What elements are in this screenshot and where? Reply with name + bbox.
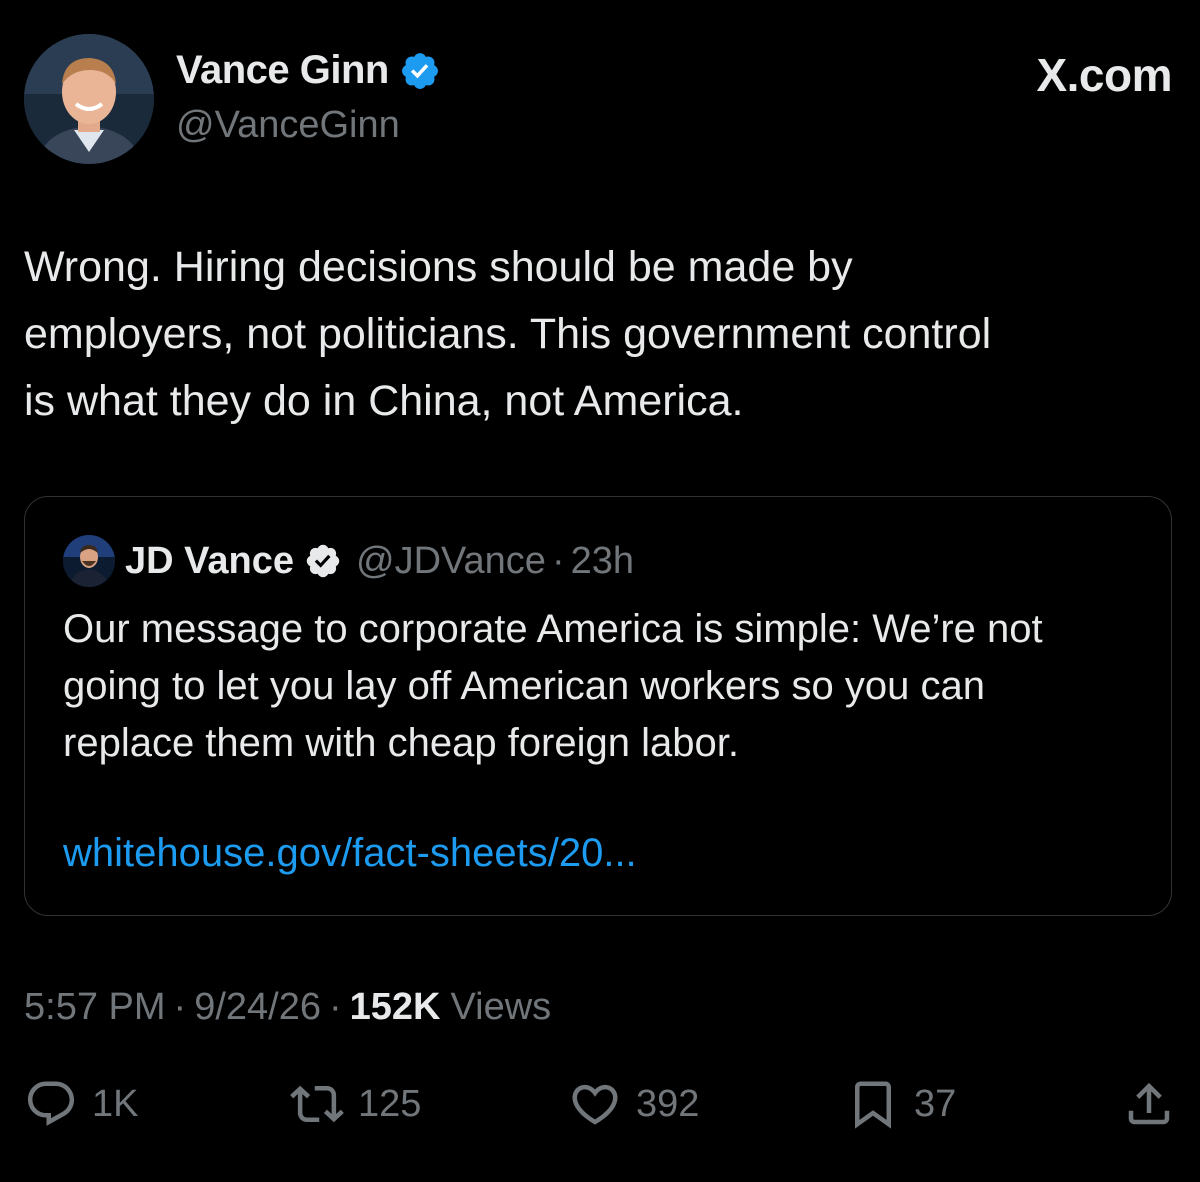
brand-logo: X.com	[1036, 49, 1172, 101]
tweet-date[interactable]: 9/24/26	[194, 986, 321, 1029]
tweet-time[interactable]: 5:57 PM	[24, 986, 166, 1029]
quoted-tweet-card[interactable]: JD Vance @JDVance · 23h Our message to c…	[24, 496, 1172, 916]
tweet-text: Wrong. Hiring decisions should be made b…	[24, 243, 992, 425]
repost-count: 125	[358, 1082, 422, 1125]
repost-icon	[290, 1085, 344, 1123]
quoted-verified-badge-icon	[304, 542, 342, 580]
like-count: 392	[636, 1082, 700, 1125]
meta-separator: ·	[173, 986, 187, 1028]
reply-count: 1K	[92, 1082, 139, 1125]
quoted-author-handle[interactable]: @JDVance	[356, 540, 546, 583]
verified-badge-icon	[399, 50, 441, 92]
share-button[interactable]	[1122, 1072, 1176, 1136]
quoted-author-avatar[interactable]	[63, 535, 115, 587]
tweet-meta: 5:57 PM · 9/24/26 · 152K Views	[24, 986, 551, 1029]
heart-icon	[572, 1084, 618, 1125]
author-name-row: Vance Ginn	[176, 48, 441, 93]
bookmark-button[interactable]: 37	[846, 1072, 956, 1136]
quoted-tweet-text: Our message to corporate America is simp…	[63, 607, 1043, 765]
tweet-header: Vance Ginn @VanceGinn X.com	[24, 34, 1176, 164]
quoted-tweet-header: JD Vance @JDVance · 23h	[63, 535, 634, 587]
views-count: 152K	[349, 986, 441, 1028]
reply-button[interactable]: 1K	[24, 1072, 138, 1136]
reply-icon	[27, 1081, 75, 1126]
like-button[interactable]: 392	[568, 1072, 699, 1136]
quoted-meta-separator: ·	[551, 539, 565, 582]
bookmark-count: 37	[914, 1082, 957, 1125]
views-label: Views	[450, 986, 552, 1028]
meta-separator: ·	[328, 986, 342, 1028]
bookmark-icon	[855, 1081, 891, 1129]
author-avatar[interactable]	[24, 34, 154, 164]
author-handle[interactable]: @VanceGinn	[176, 104, 400, 147]
quoted-author-name[interactable]: JD Vance	[125, 540, 294, 583]
quoted-tweet-time[interactable]: 23h	[571, 540, 634, 583]
tweet-actions: 1K 125 392 37	[24, 1072, 1176, 1136]
quoted-tweet-link[interactable]: whitehouse.gov/fact-sheets/20...	[63, 831, 637, 876]
repost-button[interactable]: 125	[290, 1072, 421, 1136]
author-name[interactable]: Vance Ginn	[176, 48, 389, 93]
share-icon	[1128, 1082, 1170, 1125]
